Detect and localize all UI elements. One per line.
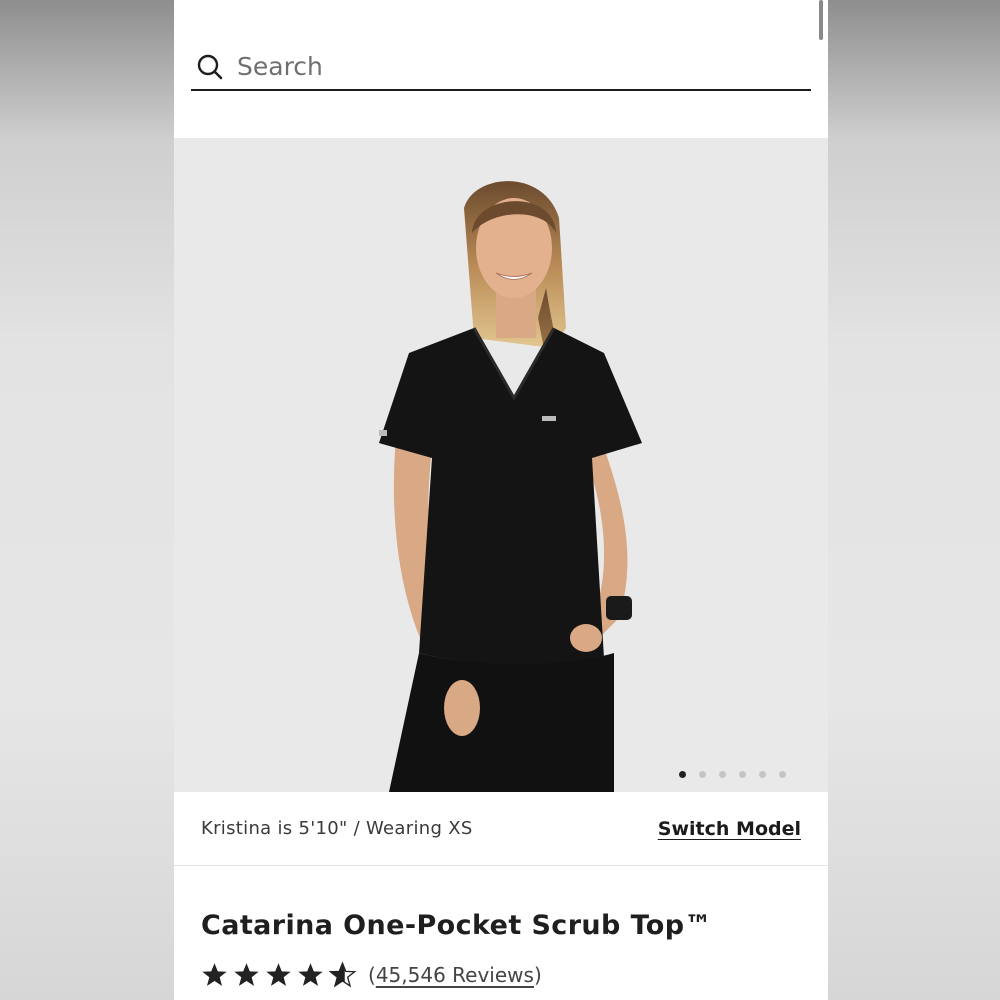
reviews-paren-close: ) <box>533 963 542 987</box>
reviews-paren-open: ( <box>368 963 376 987</box>
star-half-icon <box>329 962 356 988</box>
carousel-dot[interactable] <box>739 771 746 778</box>
rating-row: (45,546 Reviews) <box>201 962 542 988</box>
switch-model-link[interactable]: Switch Model <box>658 818 801 840</box>
product-image[interactable] <box>174 138 828 792</box>
product-page: Kristina is 5'10" / Wearing XS Switch Mo… <box>174 0 828 1000</box>
scrollbar[interactable] <box>819 0 823 40</box>
model-info-bar: Kristina is 5'10" / Wearing XS Switch Mo… <box>174 792 828 866</box>
star-icon <box>265 962 292 988</box>
carousel-dot[interactable] <box>679 771 686 778</box>
model-info-text: Kristina is 5'10" / Wearing XS <box>201 818 473 839</box>
model-photo <box>174 138 828 792</box>
background-left <box>0 0 174 1000</box>
reviews-link[interactable]: 45,546 Reviews <box>376 963 534 987</box>
star-icon <box>297 962 324 988</box>
carousel-dot[interactable] <box>779 771 786 778</box>
carousel-dot[interactable] <box>719 771 726 778</box>
background-right <box>828 0 1000 1000</box>
product-title: Catarina One-Pocket Scrub Top™ <box>201 910 712 941</box>
star-icon <box>233 962 260 988</box>
carousel-dot[interactable] <box>759 771 766 778</box>
star-rating[interactable] <box>201 962 356 988</box>
carousel-dots <box>679 771 786 778</box>
carousel-dot[interactable] <box>699 771 706 778</box>
reviews-count: (45,546 Reviews) <box>368 963 542 987</box>
search-input[interactable] <box>237 52 777 81</box>
star-icon <box>201 962 228 988</box>
search-icon[interactable] <box>197 53 225 81</box>
search-bar[interactable] <box>191 44 811 91</box>
